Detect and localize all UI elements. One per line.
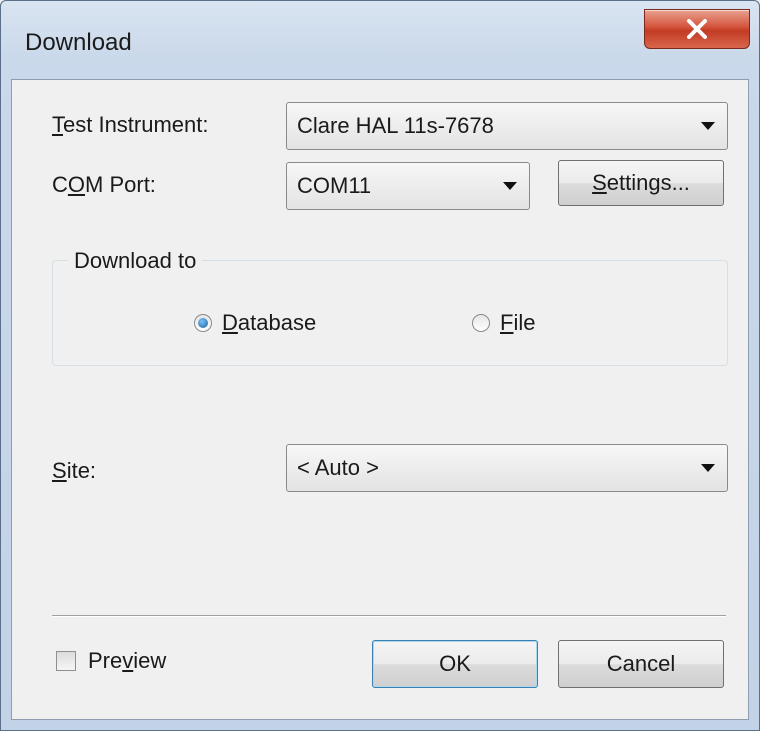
test-instrument-dropdown[interactable]: Clare HAL 11s-7678 [286, 102, 728, 150]
chevron-down-icon [503, 182, 517, 190]
preview-label: Preview [88, 648, 167, 673]
download-to-legend: Download to [68, 248, 203, 274]
title-bar[interactable]: Download [1, 1, 759, 81]
site-dropdown[interactable]: < Auto > [286, 444, 728, 492]
radio-unselected-icon [472, 314, 490, 332]
database-radio-label: Database [222, 310, 317, 335]
test-instrument-label: Test Instrument: [52, 112, 209, 137]
close-button[interactable] [644, 9, 750, 49]
preview-checkbox[interactable]: Preview [56, 648, 166, 674]
window-title: Download [25, 29, 132, 56]
site-value: < Auto > [297, 455, 379, 480]
file-radio-label: File [500, 310, 536, 335]
ok-button[interactable]: OK [372, 640, 538, 688]
dialog-body: Test Instrument: Clare HAL 11s-7678 COM … [11, 79, 749, 720]
com-port-dropdown[interactable]: COM11 [286, 162, 530, 210]
checkbox-unchecked-icon [56, 651, 76, 671]
file-radio[interactable]: File [472, 310, 535, 336]
download-dialog: Download Test Instrument: Clare HAL 11s-… [0, 0, 760, 731]
footer-separator [52, 615, 726, 617]
chevron-down-icon [701, 464, 715, 472]
settings-button-label: Settings... [592, 170, 690, 195]
close-x-icon [687, 19, 707, 39]
com-port-value: COM11 [297, 173, 372, 198]
com-port-label: COM Port: [52, 172, 156, 197]
test-instrument-value: Clare HAL 11s-7678 [297, 113, 494, 138]
cancel-button[interactable]: Cancel [558, 640, 724, 688]
radio-selected-icon [194, 314, 212, 332]
chevron-down-icon [701, 122, 715, 130]
download-to-group [52, 260, 728, 366]
site-label: Site: [52, 458, 97, 483]
settings-button[interactable]: Settings... [558, 160, 724, 206]
database-radio[interactable]: Database [194, 310, 316, 336]
